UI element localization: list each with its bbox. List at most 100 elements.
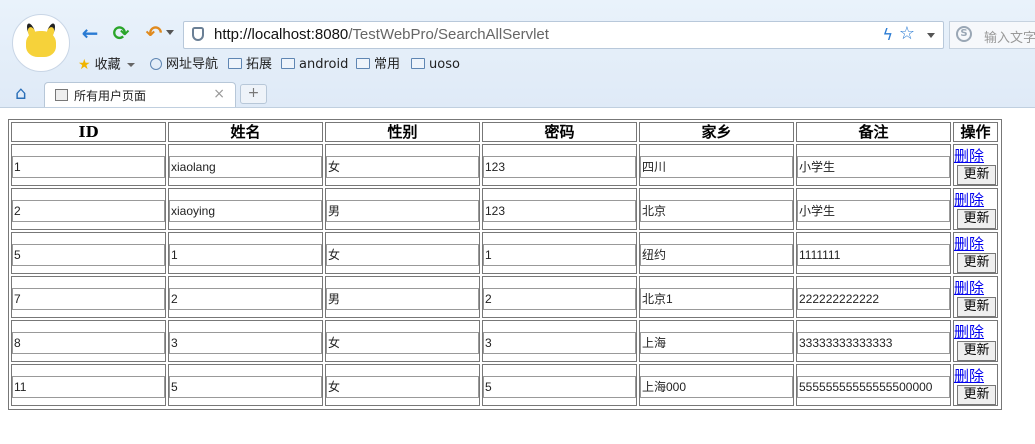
bookmark-folder-uoso[interactable]: uoso (411, 56, 460, 74)
table-cell: 北京1 (639, 276, 794, 318)
new-tab-button[interactable]: + (240, 84, 267, 104)
remark-field[interactable]: 1111111 (797, 244, 950, 266)
table-header: 密码 (482, 122, 637, 142)
name-field[interactable]: 2 (169, 288, 322, 310)
table-cell: 33333333333333 (796, 320, 951, 362)
globe-icon (150, 57, 162, 70)
password-field[interactable]: 123 (483, 156, 636, 178)
remark-field[interactable]: 小学生 (797, 156, 950, 178)
password-field[interactable]: 2 (483, 288, 636, 310)
search-input[interactable]: S 输入文字 (949, 21, 1035, 49)
name-field[interactable]: xiaolang (169, 156, 322, 178)
star-icon[interactable]: ☆ (899, 23, 915, 44)
close-icon[interactable]: × (213, 86, 225, 102)
hometown-field[interactable]: 上海000 (640, 376, 793, 398)
name-field[interactable]: 1 (169, 244, 322, 266)
undo-icon[interactable]: ↶ (143, 22, 165, 44)
chevron-down-icon[interactable] (126, 63, 135, 67)
id-field[interactable]: 2 (12, 200, 165, 222)
update-button[interactable]: 更新 (957, 165, 996, 185)
chevron-down-icon[interactable] (166, 30, 174, 35)
hometown-field[interactable]: 纽约 (640, 244, 793, 266)
hometown-field[interactable]: 四川 (640, 156, 793, 178)
hometown-field[interactable]: 北京1 (640, 288, 793, 310)
update-button[interactable]: 更新 (957, 385, 996, 405)
name-field[interactable]: xiaoying (169, 200, 322, 222)
remark-field[interactable]: 小学生 (797, 200, 950, 222)
gender-field[interactable]: 女 (326, 376, 479, 398)
gender-field[interactable]: 女 (326, 244, 479, 266)
bookmark-folder-common[interactable]: 常用 (356, 56, 400, 74)
bookmark-label: uoso (429, 57, 460, 72)
delete-link[interactable]: 删除 (954, 145, 984, 166)
actions-cell: 删除 更新 (953, 188, 998, 230)
update-button[interactable]: 更新 (957, 253, 996, 273)
table-header: 性别 (325, 122, 480, 142)
address-bar[interactable]: http://localhost:8080/TestWebPro/SearchA… (183, 21, 944, 49)
bookmark-folder-extend[interactable]: 拓展 (228, 56, 272, 74)
user-avatar[interactable] (12, 14, 70, 72)
table-cell: 2 (11, 188, 166, 230)
table-cell: 1 (11, 144, 166, 186)
tab-strip: ⌂ 所有用户页面 × + (0, 82, 1035, 108)
id-field[interactable]: 1 (12, 156, 165, 178)
delete-link[interactable]: 删除 (954, 277, 984, 298)
remark-field[interactable]: 55555555555555500000 (797, 376, 950, 398)
name-field[interactable]: 5 (169, 376, 322, 398)
gender-field[interactable]: 女 (326, 156, 479, 178)
remark-field[interactable]: 222222222222 (797, 288, 950, 310)
refresh-icon[interactable]: ⟳ (110, 22, 132, 44)
table-cell: 11 (11, 364, 166, 406)
table-cell: 女 (325, 144, 480, 186)
table-cell: 上海000 (639, 364, 794, 406)
password-field[interactable]: 5 (483, 376, 636, 398)
back-arrow-icon[interactable]: ← (79, 22, 101, 44)
lightning-icon[interactable]: ϟ (882, 25, 893, 44)
table-cell: 1 (482, 232, 637, 274)
table-cell: 123 (482, 144, 637, 186)
hometown-field[interactable]: 上海 (640, 332, 793, 354)
table-cell: 8 (11, 320, 166, 362)
id-field[interactable]: 8 (12, 332, 165, 354)
search-engine-icon[interactable]: S (956, 26, 972, 42)
delete-link[interactable]: 删除 (954, 365, 984, 386)
id-field[interactable]: 7 (12, 288, 165, 310)
update-button[interactable]: 更新 (957, 341, 996, 361)
update-button[interactable]: 更新 (957, 297, 996, 317)
delete-link[interactable]: 删除 (954, 321, 984, 342)
id-field[interactable]: 11 (12, 376, 165, 398)
bookmark-favorites[interactable]: ★ 收藏 (78, 56, 135, 74)
table-cell: 女 (325, 364, 480, 406)
gender-field[interactable]: 男 (326, 200, 479, 222)
delete-link[interactable]: 删除 (954, 233, 984, 254)
table-header: 操作 (953, 122, 998, 142)
update-button[interactable]: 更新 (957, 209, 996, 229)
table-cell: 2 (482, 276, 637, 318)
url-text[interactable]: http://localhost:8080/TestWebPro/SearchA… (214, 26, 549, 43)
name-field[interactable]: 3 (169, 332, 322, 354)
table-cell: 5 (11, 232, 166, 274)
remark-field[interactable]: 33333333333333 (797, 332, 950, 354)
page-icon (55, 89, 68, 101)
password-field[interactable]: 1 (483, 244, 636, 266)
avatar-face (26, 31, 56, 57)
bookmark-label: android (299, 57, 349, 72)
id-field[interactable]: 5 (12, 244, 165, 266)
hometown-field[interactable]: 北京 (640, 200, 793, 222)
password-field[interactable]: 123 (483, 200, 636, 222)
table-cell: 纽约 (639, 232, 794, 274)
table-cell: 1111111 (796, 232, 951, 274)
table-cell: 女 (325, 320, 480, 362)
home-icon[interactable]: ⌂ (15, 85, 26, 103)
shield-icon (192, 27, 204, 41)
bookmark-nav[interactable]: 网址导航 (150, 56, 218, 74)
password-field[interactable]: 3 (483, 332, 636, 354)
table-cell: 北京 (639, 188, 794, 230)
bookmark-folder-android[interactable]: android (281, 56, 348, 74)
delete-link[interactable]: 删除 (954, 189, 984, 210)
gender-field[interactable]: 女 (326, 332, 479, 354)
table-header: 家乡 (639, 122, 794, 142)
gender-field[interactable]: 男 (326, 288, 479, 310)
tab-active[interactable]: 所有用户页面 × (44, 82, 236, 108)
chevron-down-icon[interactable] (927, 33, 935, 38)
